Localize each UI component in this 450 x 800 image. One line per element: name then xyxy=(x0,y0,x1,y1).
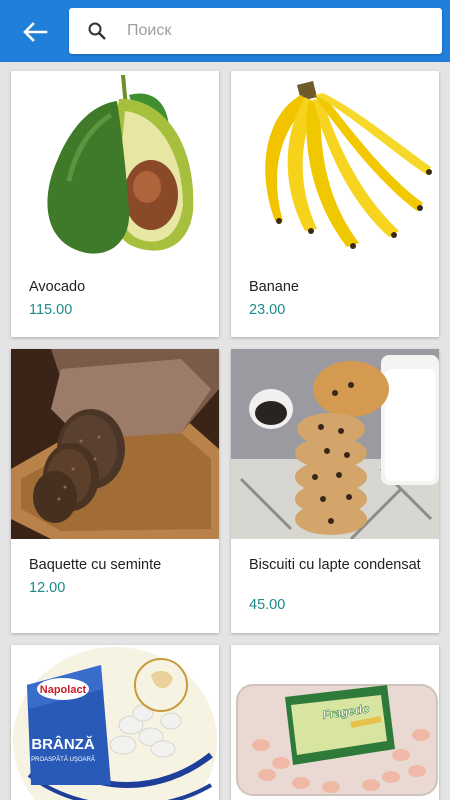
product-name: Biscuiti cu lapte condensat xyxy=(249,557,421,573)
cookies-with-milk-image xyxy=(231,349,439,539)
product-card-biscuiti[interactable]: Biscuiti cu lapte condensat 45.00 xyxy=(231,349,439,633)
search-bar[interactable] xyxy=(69,8,442,54)
avocado-image xyxy=(11,71,219,263)
svg-text:BRÂNZĂ: BRÂNZĂ xyxy=(31,735,94,753)
svg-text:Napolact: Napolact xyxy=(40,684,87,696)
app-bar xyxy=(0,0,450,62)
product-name: Baquette cu seminte xyxy=(29,557,162,573)
product-card-banane[interactable]: Banane 23.00 xyxy=(231,71,439,337)
product-price: 45.00 xyxy=(249,597,286,613)
product-card-avocado[interactable]: Avocado 115.00 xyxy=(11,71,219,337)
branza-cheese-package-image: Napolact BRÂNZĂ PROASPĂTĂ UŞOARĂ xyxy=(11,645,219,800)
product-card-fragedo[interactable]: Fragedo xyxy=(231,645,439,800)
product-name: Avocado xyxy=(29,279,86,295)
search-input[interactable] xyxy=(127,8,427,54)
back-button[interactable] xyxy=(20,19,50,45)
seed-bread-image xyxy=(11,349,219,539)
product-card-branza[interactable]: Napolact BRÂNZĂ PROASPĂTĂ UŞOARĂ xyxy=(11,645,219,800)
svg-text:PROASPĂTĂ UŞOARĂ: PROASPĂTĂ UŞOARĂ xyxy=(31,756,95,763)
product-price: 23.00 xyxy=(249,302,286,318)
product-card-baquette[interactable]: Baquette cu seminte 12.00 xyxy=(11,349,219,633)
bananas-image xyxy=(231,71,439,263)
fragedo-meat-package-image: Fragedo xyxy=(231,645,439,800)
product-name: Banane xyxy=(249,279,299,295)
product-price: 12.00 xyxy=(29,580,66,596)
product-price: 115.00 xyxy=(29,302,73,318)
search-icon xyxy=(88,22,106,40)
arrow-back-icon xyxy=(23,22,48,42)
